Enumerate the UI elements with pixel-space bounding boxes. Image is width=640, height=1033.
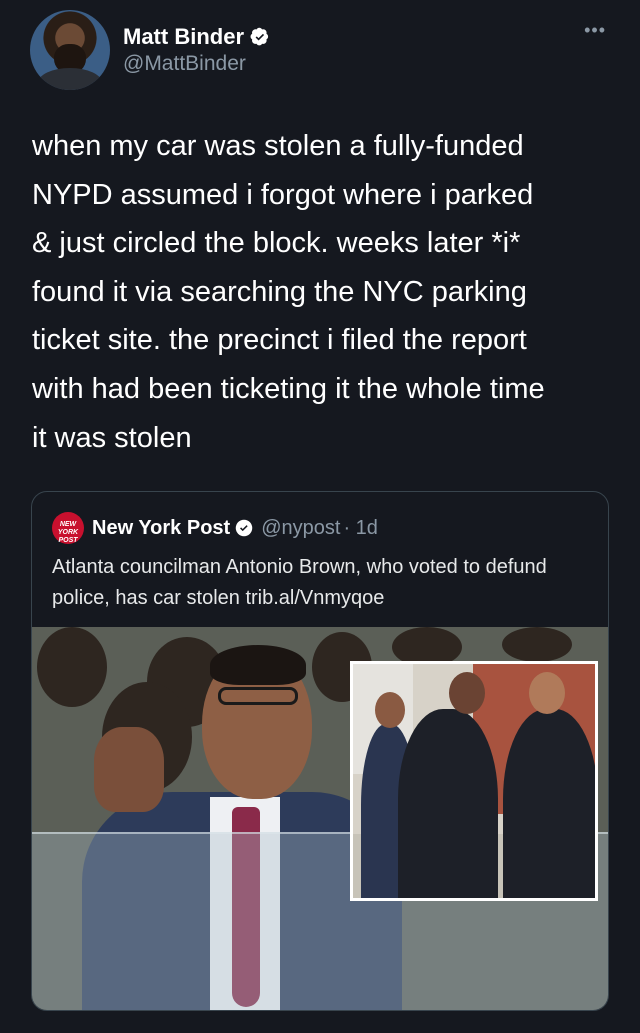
photo-man-hair (210, 645, 306, 685)
quoted-timestamp: · 1d (343, 516, 378, 539)
quoted-author-name[interactable]: New York Post (92, 517, 230, 540)
verified-badge-icon (250, 27, 269, 46)
nypost-logo[interactable]: NEW YORK POST (52, 512, 84, 544)
more-icon[interactable]: ••• (584, 20, 606, 41)
photo-crowd-person (502, 627, 572, 662)
quoted-author-handle[interactable]: @nypost (261, 517, 340, 540)
avatar-shirt (38, 68, 102, 90)
verified-badge-icon (235, 519, 253, 537)
inset-officer-head (529, 672, 565, 714)
quoted-tweet[interactable]: NEW YORK POST New York Post @nypost · 1d A… (31, 491, 609, 1011)
quoted-tweet-header: NEW YORK POST New York Post @nypost · 1d (52, 512, 378, 544)
author-avatar[interactable] (30, 10, 110, 90)
quoted-tweet-text: Atlanta councilman Antonio Brown, who vo… (52, 556, 547, 609)
photo-man-glasses (218, 687, 298, 705)
photo-inset (350, 661, 598, 901)
inset-officer-head (449, 672, 485, 714)
tweet-header: Matt Binder @MattBinder ••• (30, 10, 610, 90)
author-handle[interactable]: @MattBinder (123, 52, 246, 76)
inset-man-head (375, 692, 405, 728)
tweet-text: when my car was stolen a fully-funded NY… (32, 130, 545, 454)
photo-crowd-person (37, 627, 107, 707)
quoted-tweet-photo[interactable] (32, 627, 608, 1010)
author-name[interactable]: Matt Binder (123, 24, 244, 50)
inset-officer (398, 709, 498, 898)
author-name-row: Matt Binder (123, 24, 270, 50)
inset-officer (503, 709, 595, 898)
photo-man-fist (94, 727, 164, 812)
